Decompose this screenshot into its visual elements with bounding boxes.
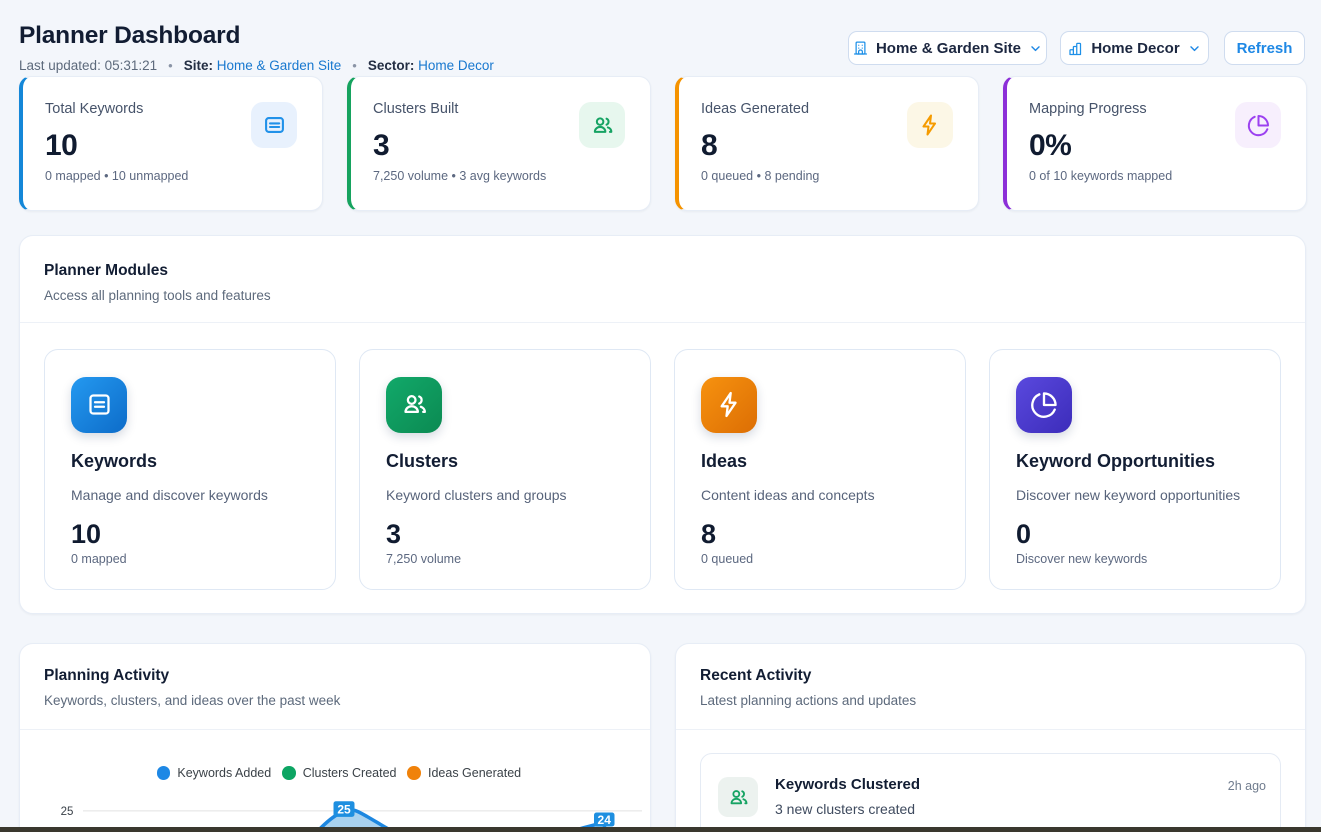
- svg-text:24: 24: [598, 813, 612, 827]
- svg-text:25: 25: [337, 803, 351, 817]
- svg-text:25: 25: [61, 806, 74, 818]
